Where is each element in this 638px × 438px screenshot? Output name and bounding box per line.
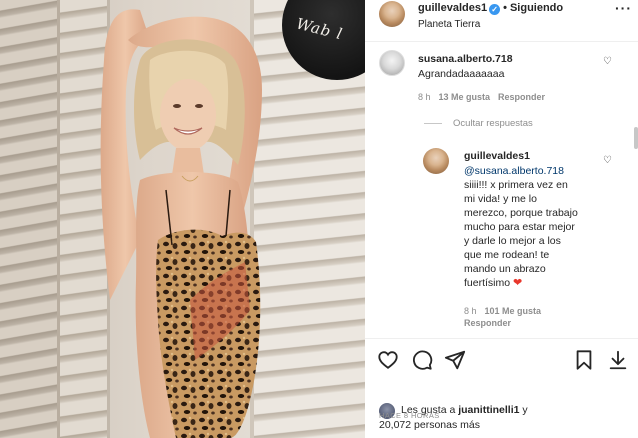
post-details-panel: guillevaldes1 ✓ • Siguiendo Planeta Tierra …: [365, 0, 638, 438]
reply-text-line-last: fuertísimo ❤: [464, 276, 624, 290]
header-separator: •: [503, 2, 507, 14]
comment-time: 8 h: [418, 92, 431, 102]
reply-text-line: siiii!!! x primera vez en: [464, 179, 568, 191]
reply-meta: 8 h 101 Me gusta: [464, 306, 541, 316]
commenter-avatar[interactable]: [379, 50, 405, 76]
reply-text-line: fuertísimo: [464, 277, 511, 289]
action-bar: Les gusta a juanittinelli1 y 20,072 pers…: [365, 338, 638, 438]
comment-username[interactable]: susana.alberto.718: [418, 53, 513, 65]
heart-icon[interactable]: [377, 349, 399, 371]
post-photo[interactable]: Wab l: [0, 0, 365, 438]
following-button[interactable]: Siguiendo: [510, 2, 563, 14]
reply-text-line: merezco, porque trabajo: [464, 207, 578, 219]
reply-like-heart-icon[interactable]: ♡: [603, 155, 612, 166]
likes-count[interactable]: 20,072 personas más: [379, 419, 480, 431]
comments-section[interactable]: susana.alberto.718 Agrandadaaaaaaa ♡ 8 h…: [365, 42, 638, 338]
reply-text: siiii!!! x primera vez en mi vida! y me …: [464, 178, 624, 290]
comment-likes-count[interactable]: 13 Me gusta: [439, 92, 491, 102]
post-location[interactable]: Planeta Tierra: [418, 19, 480, 30]
reply-text-line: mucho para estar mejor: [464, 221, 575, 233]
author-username[interactable]: guillevaldes1: [418, 2, 487, 14]
verified-badge-icon: ✓: [489, 4, 501, 15]
reply-reply-button[interactable]: Responder: [464, 318, 511, 328]
comment-meta: 8 h 13 Me gusta Responder: [418, 92, 545, 102]
comment-icon[interactable]: [411, 349, 433, 371]
hide-replies-button[interactable]: Ocultar respuestas: [453, 118, 533, 129]
post-header: guillevaldes1 ✓ • Siguiendo Planeta Tierra …: [365, 0, 638, 42]
woman-figure: [100, 9, 262, 438]
reply-text-line: que me rodean! te: [464, 249, 550, 261]
reply-author-avatar[interactable]: [423, 148, 449, 174]
share-icon[interactable]: [444, 349, 466, 371]
download-icon[interactable]: [607, 349, 629, 371]
author-line: guillevaldes1 ✓ • Siguiendo: [418, 2, 563, 15]
hide-replies-divider: [424, 123, 442, 124]
bookmark-icon[interactable]: [573, 349, 595, 371]
likes-suffix: y: [519, 404, 528, 416]
reply-username[interactable]: guillevaldes1: [464, 150, 530, 162]
reply-text-line: mi vida! y me lo: [464, 193, 537, 205]
liker-username[interactable]: juanittinelli1: [458, 404, 519, 416]
comments-scrollbar[interactable]: [634, 127, 638, 149]
reply-time: 8 h: [464, 306, 477, 316]
red-heart-emoji-icon: ❤: [513, 277, 523, 289]
comment-text: Agrandadaaaaaaa: [418, 68, 505, 80]
reply-text-line: y darle lo mejor a los: [464, 235, 561, 247]
post-timestamp[interactable]: HACE 8 HORAS: [379, 411, 440, 420]
more-options-icon[interactable]: ···: [615, 0, 632, 16]
reply-text-line: mando un abrazo: [464, 263, 546, 275]
author-avatar[interactable]: [379, 1, 405, 27]
reply-likes-count[interactable]: 101 Me gusta: [485, 306, 542, 316]
comment-reply-button[interactable]: Responder: [498, 92, 545, 102]
reply-mention-link[interactable]: @susana.alberto.718: [464, 164, 564, 178]
comment-like-heart-icon[interactable]: ♡: [603, 56, 612, 67]
